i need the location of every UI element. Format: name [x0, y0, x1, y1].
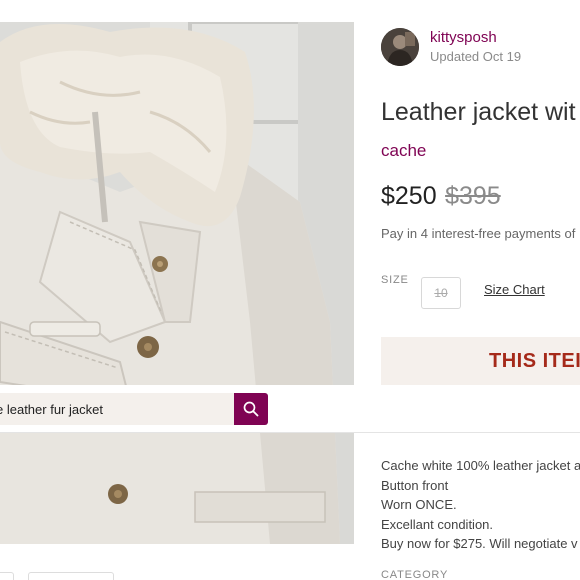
description-line: Excellant condition. — [381, 516, 494, 532]
size-label: SIZE — [381, 274, 409, 286]
size-chart-link[interactable]: Size Chart — [484, 282, 545, 297]
listing-description: Cache white 100% leather jacket a Button… — [381, 456, 580, 554]
brand-link[interactable]: cache — [381, 141, 426, 161]
thumbnail[interactable] — [0, 572, 14, 580]
seller-username[interactable]: kittysposh — [430, 29, 521, 47]
listing-title: Leather jacket wit — [381, 98, 576, 126]
description-line: Worn ONCE. — [381, 497, 457, 512]
product-photo[interactable] — [0, 22, 354, 544]
search-icon — [243, 401, 259, 417]
seller-avatar[interactable] — [381, 28, 419, 66]
category-label: CATEGORY — [381, 569, 449, 580]
seller-info: kittysposh Updated Oct 19 — [381, 28, 521, 66]
original-price: $395 — [445, 182, 501, 210]
description-line: Cache white 100% leather jacket a — [381, 458, 580, 473]
price-row: $250 $395 — [381, 182, 501, 211]
thumbnail[interactable] — [28, 572, 114, 580]
description-line: Button front — [381, 477, 449, 493]
description-line: Buy now for $275. Will negotiate v — [381, 536, 578, 551]
sold-banner-text: THIS ITEI — [489, 349, 580, 372]
sold-banner: THIS ITEI — [381, 337, 580, 385]
search-input[interactable] — [0, 393, 234, 425]
installments-text: Pay in 4 interest-free payments of — [381, 226, 576, 241]
size-option[interactable]: 10 — [421, 277, 461, 309]
listing-updated-date: Updated Oct 19 — [430, 48, 522, 64]
search-button[interactable] — [234, 393, 268, 425]
listing-price: $250 — [381, 182, 437, 210]
